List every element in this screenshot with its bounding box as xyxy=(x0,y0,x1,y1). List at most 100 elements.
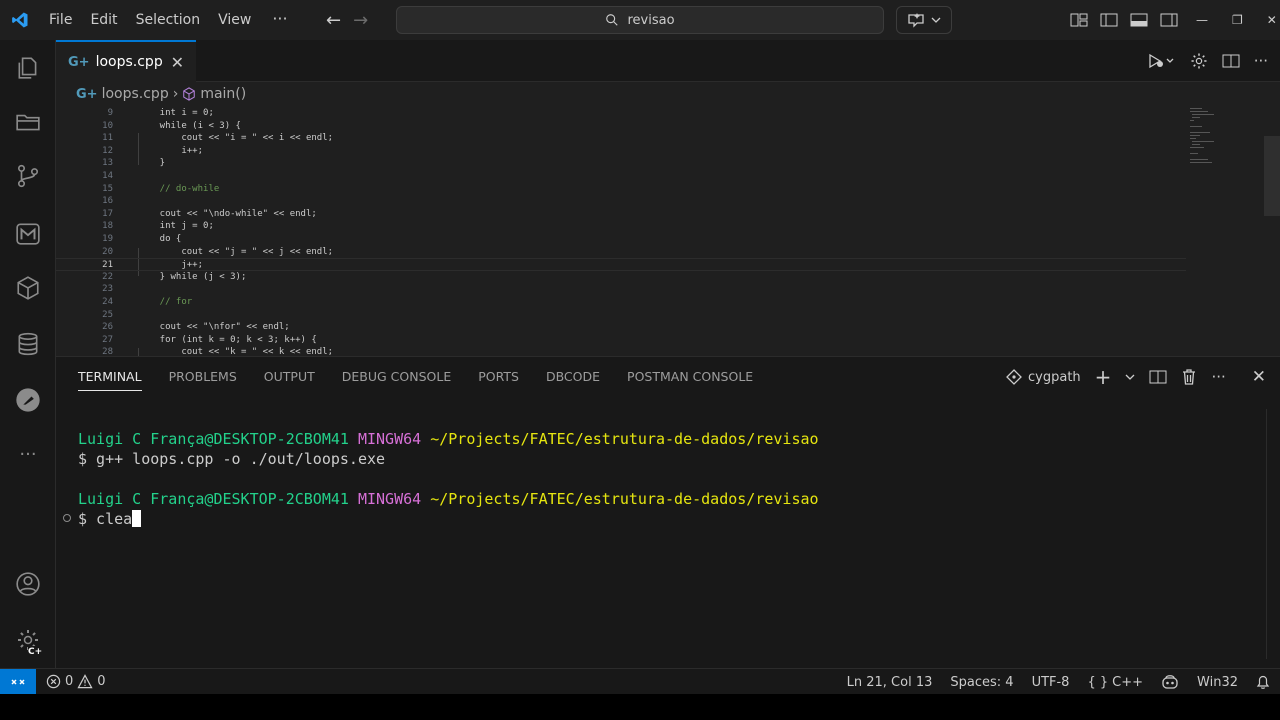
close-tab-icon[interactable]: ✕ xyxy=(171,53,184,72)
tab-debug-console[interactable]: DEBUG CONSOLE xyxy=(342,357,451,397)
line-text: do { xyxy=(138,234,182,244)
line-number: 28 xyxy=(102,347,113,356)
code-line: 13 } xyxy=(56,157,1186,170)
command-center-search[interactable]: revisao xyxy=(396,6,884,34)
encoding[interactable]: UTF-8 xyxy=(1032,675,1070,690)
forward-arrow-icon[interactable]: → xyxy=(353,10,368,31)
minimize-icon[interactable]: — xyxy=(1196,13,1208,27)
warning-icon xyxy=(77,674,93,689)
cursor-position[interactable]: Ln 21, Col 13 xyxy=(847,675,933,690)
current-code-line: 21 j++; xyxy=(56,258,1186,271)
trash-icon[interactable] xyxy=(1181,368,1197,386)
terminal-selector[interactable]: cygpath xyxy=(1006,369,1081,385)
language-mode[interactable]: { } C++ xyxy=(1087,675,1143,690)
code-editor[interactable]: 9 int i = 0; 10 while (i < 3) { 11 cout … xyxy=(56,106,1280,356)
restore-icon[interactable]: ❐ xyxy=(1232,13,1243,27)
menu-edit[interactable]: Edit xyxy=(81,0,126,40)
notifications-bell-icon[interactable] xyxy=(1256,674,1270,690)
chevron-down-icon[interactable] xyxy=(1125,372,1135,382)
prompt-system: MINGW64 xyxy=(357,430,422,448)
gear-icon[interactable] xyxy=(1190,52,1208,70)
line-number: 16 xyxy=(102,196,113,207)
problems-status[interactable]: 0 0 xyxy=(36,674,106,689)
new-terminal-plus-icon[interactable]: + xyxy=(1095,367,1112,387)
close-window-icon[interactable]: ✕ xyxy=(1267,13,1277,27)
folder-icon[interactable] xyxy=(12,106,44,138)
split-editor-icon[interactable] xyxy=(1222,53,1240,69)
line-number: 11 xyxy=(102,133,113,144)
remote-indicator[interactable] xyxy=(0,668,36,695)
prompt-path: ~/Projects/FATEC/estrutura-de-dados/revi… xyxy=(430,430,819,448)
tab-terminal[interactable]: TERMINAL xyxy=(78,357,142,397)
menu-view[interactable]: View xyxy=(209,0,260,40)
terminal-command: $ g++ loops.cpp -o ./out/loops.exe xyxy=(78,450,386,468)
code-line: 19 do { xyxy=(56,233,1186,246)
title-bar: File Edit Selection View ··· ← → revisao… xyxy=(0,0,1280,40)
line-number: 14 xyxy=(102,171,113,181)
panel-tab-list: TERMINAL PROBLEMS OUTPUT DEBUG CONSOLE P… xyxy=(78,357,753,397)
platform[interactable]: Win32 xyxy=(1197,675,1238,690)
warning-count: 0 xyxy=(97,674,106,689)
tab-dbcode[interactable]: DBCODE xyxy=(546,357,600,397)
minimap[interactable] xyxy=(1188,106,1228,166)
screen-bottom-bar xyxy=(0,694,1280,720)
gmail-extension-icon[interactable] xyxy=(12,218,44,250)
line-number: 26 xyxy=(102,322,113,333)
code-line: 26 cout << "\nfor" << endl; xyxy=(56,321,1186,334)
tab-problems[interactable]: PROBLEMS xyxy=(169,357,237,397)
language-label: C++ xyxy=(1112,674,1144,690)
more-actions-icon[interactable]: ··· xyxy=(1211,368,1225,386)
line-text: cout << "k = " << k << endl; xyxy=(138,347,334,356)
menu-file[interactable]: File xyxy=(40,0,81,40)
split-terminal-icon[interactable] xyxy=(1149,369,1167,385)
line-text: // do-while xyxy=(138,183,220,194)
more-views-icon[interactable]: ··· xyxy=(12,438,44,470)
tab-postman-console[interactable]: POSTMAN CONSOLE xyxy=(627,357,753,397)
toggle-primary-sidebar-icon[interactable] xyxy=(1100,12,1118,28)
breadcrumb: G+ loops.cpp › main() xyxy=(56,82,1280,106)
run-debug-icon[interactable] xyxy=(1148,52,1176,70)
prompt-user: Luigi C França@DESKTOP-2CBOM41 xyxy=(78,490,349,508)
close-panel-icon[interactable]: ✕ xyxy=(1252,367,1266,387)
tab-loops-cpp[interactable]: G+ loops.cpp ✕ xyxy=(56,40,196,82)
customize-layout-icon[interactable] xyxy=(1070,12,1088,28)
line-number: 25 xyxy=(102,309,113,320)
terminal-output[interactable]: Luigi C França@DESKTOP-2CBOM41 MINGW64 ~… xyxy=(78,429,819,529)
breadcrumb-file[interactable]: loops.cpp xyxy=(102,86,169,102)
tab-ports[interactable]: PORTS xyxy=(478,357,519,397)
line-text: } xyxy=(138,158,166,169)
breadcrumb-symbol[interactable]: main() xyxy=(200,86,246,102)
copilot-button[interactable] xyxy=(896,6,952,34)
line-text: for (int k = 0; k < 3; k++) { xyxy=(138,334,317,345)
search-icon xyxy=(606,14,619,26)
code-line: 27 for (int k = 0; k < 3; k++) { xyxy=(56,334,1186,347)
source-control-icon[interactable] xyxy=(12,160,44,192)
line-text: cout << "i = " << i << endl; xyxy=(138,133,334,144)
line-number: 23 xyxy=(102,284,113,295)
back-arrow-icon[interactable]: ← xyxy=(326,10,341,31)
window-controls: — ❐ ✕ xyxy=(1196,0,1277,40)
toggle-panel-icon[interactable] xyxy=(1130,12,1148,28)
copilot-status-icon[interactable] xyxy=(1161,674,1179,690)
status-bar: 0 0 Ln 21, Col 13 Spaces: 4 UTF-8 { } C+… xyxy=(0,668,1280,695)
toggle-secondary-sidebar-icon[interactable] xyxy=(1160,12,1178,28)
database-icon[interactable] xyxy=(12,328,44,360)
containers-icon[interactable] xyxy=(12,272,44,304)
terminal-prompt-line: Luigi C França@DESKTOP-2CBOM41 MINGW64 ~… xyxy=(78,430,819,448)
terminal-scrollbar[interactable] xyxy=(1266,409,1280,659)
account-icon[interactable] xyxy=(12,568,44,600)
line-number: 13 xyxy=(102,158,113,169)
menu-more-icon[interactable]: ··· xyxy=(260,0,299,40)
prompt-path: ~/Projects/FATEC/estrutura-de-dados/revi… xyxy=(430,490,819,508)
tab-output[interactable]: OUTPUT xyxy=(264,357,315,397)
editor-scrollbar[interactable] xyxy=(1264,136,1280,216)
line-number: 20 xyxy=(102,246,113,257)
code-line: 11 cout << "i = " << i << endl; xyxy=(56,132,1186,145)
line-number: 15 xyxy=(102,183,113,194)
menu-selection[interactable]: Selection xyxy=(127,0,210,40)
more-actions-icon[interactable]: ··· xyxy=(1254,52,1268,70)
indentation[interactable]: Spaces: 4 xyxy=(950,675,1013,690)
command-decoration-icon[interactable] xyxy=(63,514,71,522)
explorer-icon[interactable] xyxy=(12,52,44,84)
postman-icon[interactable] xyxy=(12,384,44,416)
